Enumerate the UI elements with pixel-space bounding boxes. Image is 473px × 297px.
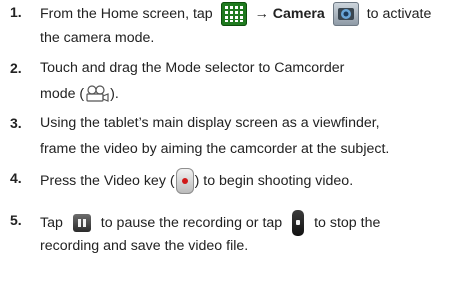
step-number: 2. [10, 60, 22, 76]
step-3-line-1: Using the tablet’s main display screen a… [40, 115, 380, 131]
step-text: Using the tablet’s main display screen a… [40, 113, 472, 165]
step-number: 4. [10, 170, 22, 186]
step-1-text-pre: From the Home screen, tap [40, 5, 213, 22]
camera-label: Camera [272, 5, 325, 22]
pause-icon [72, 214, 91, 232]
step-1-text-post: to activate [366, 5, 432, 22]
step-2-text-post: ). [110, 86, 119, 102]
step-1-line-2: the camera mode. [40, 30, 155, 46]
stop-icon [292, 210, 305, 236]
apps-grid-icon [220, 2, 247, 26]
step-5-text-mid: to pause the recording or tap [100, 214, 283, 231]
camcorder-icon [84, 85, 110, 103]
step-text: Press the Video key ( ) to begin shooting… [40, 168, 472, 194]
step-3-line-2: frame the video by aiming the camcorder … [40, 141, 390, 157]
step-2-text-pre: mode ( [40, 86, 85, 102]
step-text: Tap to pause the recording or tap to sto… [40, 210, 472, 262]
step-5-text-pre: Tap [40, 214, 63, 231]
step-4-text-pre: Press the Video key ( [40, 172, 175, 189]
video-key-icon [175, 168, 194, 194]
step-number: 5. [10, 212, 22, 228]
step-2-line-1: Touch and drag the Mode selector to Camc… [40, 60, 345, 76]
step-4-text-post: ) to begin shooting video. [194, 172, 354, 189]
step-5-text-post: to stop the [314, 214, 381, 231]
step-number: 1. [10, 4, 22, 20]
camera-app-icon [332, 2, 359, 26]
step-number: 3. [10, 115, 22, 131]
arrow-glyph: → [254, 5, 269, 22]
step-text: From the Home screen, tap → Camera to ac… [40, 2, 472, 54]
step-5-line-2: recording and save the video file. [40, 238, 249, 254]
step-text: Touch and drag the Mode selector to Camc… [40, 58, 472, 110]
